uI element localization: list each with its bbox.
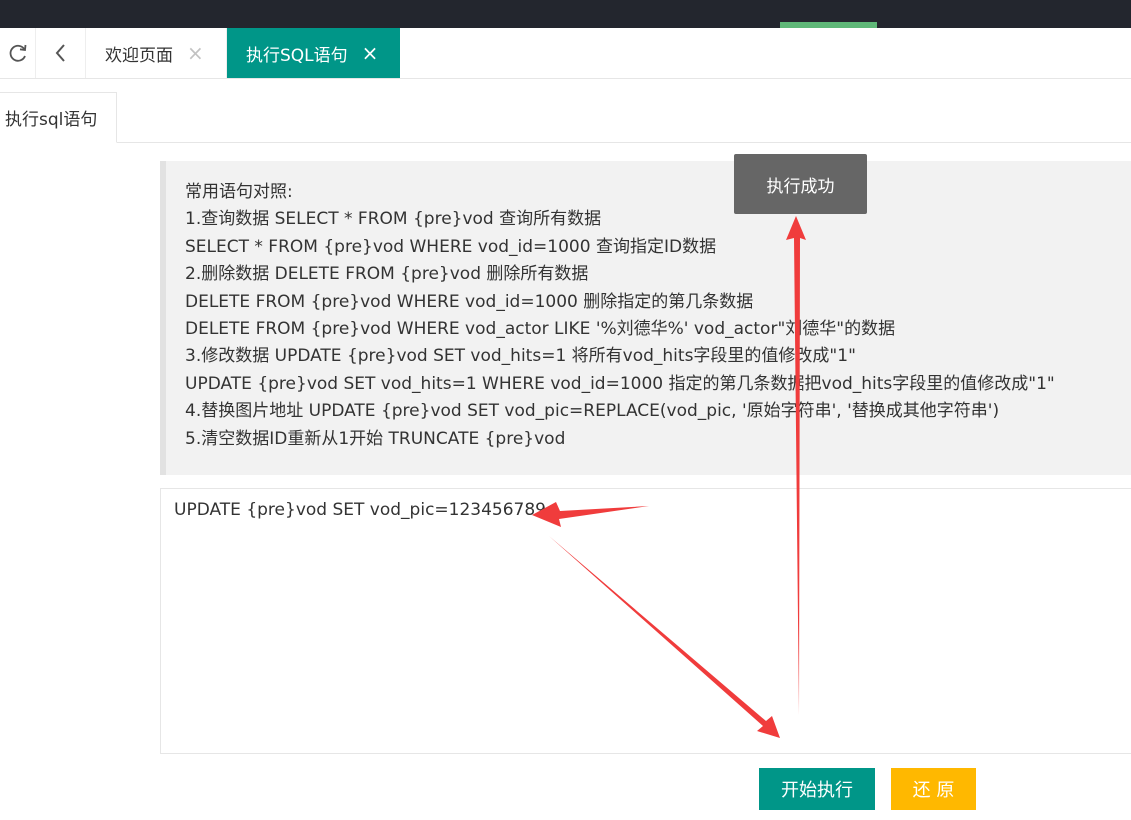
top-nav-bar — [0, 0, 1131, 28]
tab-execute-sql[interactable]: 执行SQL语句 × — [227, 28, 400, 78]
tips-line: DELETE FROM {pre}vod WHERE vod_id=1000 删… — [185, 291, 754, 312]
tips-line: 4.替换图片地址 UPDATE {pre}vod SET vod_pic=REP… — [185, 401, 1000, 422]
tips-line: 2.删除数据 DELETE FROM {pre}vod 删除所有数据 — [185, 264, 589, 285]
tab-execute-sql-label: 执行SQL语句 — [246, 45, 348, 66]
tab-welcome-label: 欢迎页面 — [105, 45, 173, 66]
tips-line: 3.修改数据 UPDATE {pre}vod SET vod_hits=1 将所… — [185, 346, 856, 367]
close-icon[interactable]: × — [187, 43, 204, 63]
sub-tab-strip: 执行sql语句 — [0, 79, 1131, 143]
sql-tips-panel: 常用语句对照: 1.查询数据 SELECT * FROM {pre}vod 查询… — [160, 161, 1131, 475]
subtab-execute-sql[interactable]: 执行sql语句 — [0, 92, 117, 143]
subtab-execute-sql-label: 执行sql语句 — [5, 110, 98, 130]
chevron-left-icon — [55, 44, 65, 62]
restore-button[interactable]: 还 原 — [891, 768, 976, 810]
back-button[interactable] — [36, 28, 86, 78]
execute-button[interactable]: 开始执行 — [759, 768, 875, 810]
tips-line: 常用语句对照: — [185, 182, 293, 202]
tips-line: DELETE FROM {pre}vod WHERE vod_actor LIK… — [185, 319, 896, 340]
refresh-icon — [9, 44, 26, 62]
sql-input[interactable]: UPDATE {pre}vod SET vod_pic=123456789 — [160, 488, 1131, 754]
close-icon[interactable]: × — [362, 43, 379, 63]
tab-welcome[interactable]: 欢迎页面 × — [86, 28, 227, 78]
tab-bar: 欢迎页面 × 执行SQL语句 × — [0, 28, 1131, 79]
tips-line: UPDATE {pre}vod SET vod_hits=1 WHERE vod… — [185, 373, 1055, 394]
tips-line: 1.查询数据 SELECT * FROM {pre}vod 查询所有数据 — [185, 209, 602, 230]
tips-line: SELECT * FROM {pre}vod WHERE vod_id=1000… — [185, 236, 717, 257]
refresh-button[interactable] — [0, 28, 36, 78]
success-toast: 执行成功 — [734, 154, 867, 214]
tips-line: 5.清空数据ID重新从1开始 TRUNCATE {pre}vod — [185, 428, 566, 449]
